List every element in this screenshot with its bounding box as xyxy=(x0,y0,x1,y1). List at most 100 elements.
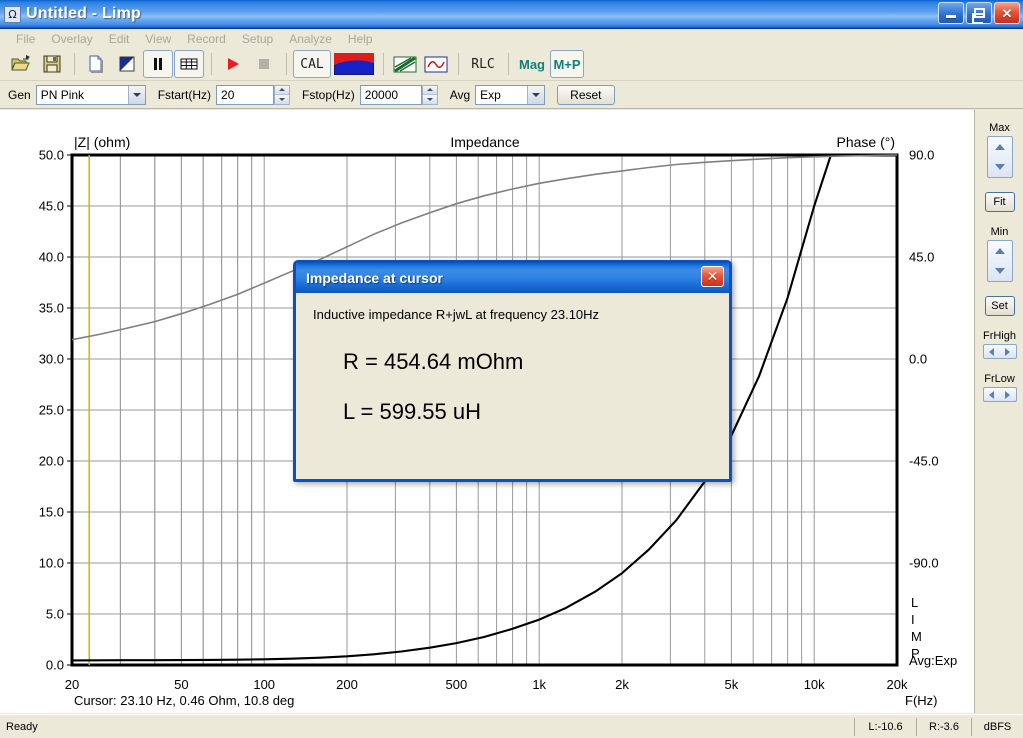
menu-item-setup[interactable]: Setup xyxy=(234,31,281,47)
fstop-stepper[interactable] xyxy=(421,84,438,105)
stop-icon xyxy=(259,59,269,69)
title-bar: Ω Untitled - Limp ✕ xyxy=(0,0,1023,29)
window-buttons: ✕ xyxy=(938,2,1020,24)
max-stepper[interactable] xyxy=(986,136,1013,178)
diagonal-button[interactable] xyxy=(390,50,420,78)
max-stepper-down[interactable] xyxy=(988,157,1012,177)
svg-text:5k: 5k xyxy=(725,677,739,692)
fstart-stepper-down[interactable] xyxy=(275,95,290,104)
menu-item-overlay[interactable]: Overlay xyxy=(43,31,100,47)
impedance-at-cursor-dialog[interactable]: Impedance at cursor ✕ Inductive impedanc… xyxy=(293,260,732,482)
save-icon xyxy=(43,55,61,73)
pause-icon xyxy=(154,58,162,70)
toolbar-separator-1 xyxy=(74,53,75,75)
svg-text:10.0: 10.0 xyxy=(39,556,64,571)
frlow-stepper-right[interactable] xyxy=(1000,388,1016,401)
frhigh-stepper-left[interactable] xyxy=(984,345,1000,358)
diagonal-icon xyxy=(393,56,417,72)
new-file-button[interactable] xyxy=(81,50,111,78)
dialog-title-bar[interactable]: Impedance at cursor ✕ xyxy=(296,263,729,293)
status-right-level: R:-3.6 xyxy=(916,717,971,736)
toolbar-separator-4 xyxy=(383,53,384,75)
save-button[interactable] xyxy=(37,50,67,78)
waveform-button[interactable] xyxy=(421,50,451,78)
min-stepper-up[interactable] xyxy=(988,241,1012,261)
rlc-button[interactable]: RLC xyxy=(465,50,501,78)
frhigh-stepper-right[interactable] xyxy=(1000,345,1016,358)
fstart-stepper-up[interactable] xyxy=(275,85,290,95)
magnitude-label: Mag xyxy=(519,56,545,72)
fstart-input[interactable]: 20 xyxy=(216,84,275,105)
avg-select[interactable]: Exp xyxy=(475,84,546,105)
max-stepper-up[interactable] xyxy=(988,137,1012,157)
set-button[interactable]: Set xyxy=(984,296,1015,316)
svg-text:35.0: 35.0 xyxy=(39,301,64,316)
overlay-button[interactable] xyxy=(112,50,142,78)
menu-item-edit[interactable]: Edit xyxy=(101,31,138,47)
svg-text:Impedance: Impedance xyxy=(450,134,519,150)
minimize-button[interactable] xyxy=(938,2,964,24)
maximize-button[interactable] xyxy=(966,2,992,24)
table-button[interactable] xyxy=(174,50,204,78)
svg-text:50: 50 xyxy=(174,677,188,692)
colorbar-button[interactable] xyxy=(332,50,376,78)
svg-text:20.0: 20.0 xyxy=(39,454,64,469)
chevron-down-icon[interactable] xyxy=(127,85,145,104)
fstop-stepper-up[interactable] xyxy=(422,85,437,95)
open-button[interactable] xyxy=(6,50,36,78)
rlc-label: RLC xyxy=(471,56,495,72)
scale-control-panel: Max Fit Min Set FrHigh FrLow xyxy=(976,110,1023,713)
svg-text:Phase (°): Phase (°) xyxy=(836,134,895,150)
fit-button[interactable]: Fit xyxy=(984,192,1015,212)
menu-item-record[interactable]: Record xyxy=(179,31,234,47)
svg-text:20k: 20k xyxy=(887,677,908,692)
svg-text:1k: 1k xyxy=(532,677,546,692)
svg-text:40.0: 40.0 xyxy=(39,250,64,265)
fstop-input[interactable]: 20000 xyxy=(359,84,422,105)
svg-text:100: 100 xyxy=(253,677,275,692)
waveform-icon xyxy=(424,56,448,72)
frlow-label: FrLow xyxy=(984,373,1015,385)
status-left-level: L:-10.6 xyxy=(854,717,916,736)
generator-select[interactable]: PN Pink xyxy=(35,84,146,105)
fstart-stepper[interactable] xyxy=(274,84,291,105)
dialog-description: Inductive impedance R+jwL at frequency 2… xyxy=(313,307,600,322)
toolbar-separator-2 xyxy=(211,53,212,75)
svg-text:-45.0: -45.0 xyxy=(909,454,939,469)
frhigh-stepper[interactable] xyxy=(982,344,1017,359)
status-message: Ready xyxy=(6,720,38,733)
min-stepper-down[interactable] xyxy=(988,261,1012,281)
min-stepper[interactable] xyxy=(986,240,1013,282)
colorbar-icon xyxy=(334,53,374,75)
avg-label: Avg xyxy=(449,87,471,102)
status-unit: dBFS xyxy=(971,717,1023,736)
generator-value: PN Pink xyxy=(40,87,85,102)
menu-item-help[interactable]: Help xyxy=(340,31,381,47)
fstart-label: Fstart(Hz) xyxy=(157,87,212,102)
menu-item-analyze[interactable]: Analyze xyxy=(281,31,340,47)
reset-button[interactable]: Reset xyxy=(557,84,615,105)
menu-item-view[interactable]: View xyxy=(137,31,179,47)
fstop-stepper-down[interactable] xyxy=(422,95,437,104)
chevron-down-icon-avg[interactable] xyxy=(527,85,545,104)
frlow-stepper-left[interactable] xyxy=(984,388,1000,401)
max-label: Max xyxy=(989,122,1010,134)
frlow-stepper[interactable] xyxy=(982,387,1017,402)
dialog-inductance-value: L = 599.55 uH xyxy=(343,399,482,424)
stop-button[interactable] xyxy=(249,50,279,78)
dialog-close-button[interactable]: ✕ xyxy=(701,266,724,287)
fstop-label: Fstop(Hz) xyxy=(302,87,355,102)
close-icon: ✕ xyxy=(1001,5,1013,21)
close-button[interactable]: ✕ xyxy=(994,2,1020,24)
calibrate-button[interactable]: CAL xyxy=(293,50,331,78)
menu-bar: File Overlay Edit View Record Setup Anal… xyxy=(0,29,1023,48)
play-button[interactable] xyxy=(218,50,248,78)
svg-text:50.0: 50.0 xyxy=(39,148,64,163)
new-file-icon xyxy=(89,55,103,73)
overlay-icon xyxy=(119,56,135,72)
pause-button[interactable] xyxy=(143,50,173,78)
magnitude-button[interactable]: Mag xyxy=(515,50,549,78)
menu-item-file[interactable]: File xyxy=(8,31,43,47)
magphase-button[interactable]: M+P xyxy=(550,50,584,78)
maximize-icon xyxy=(971,8,985,24)
